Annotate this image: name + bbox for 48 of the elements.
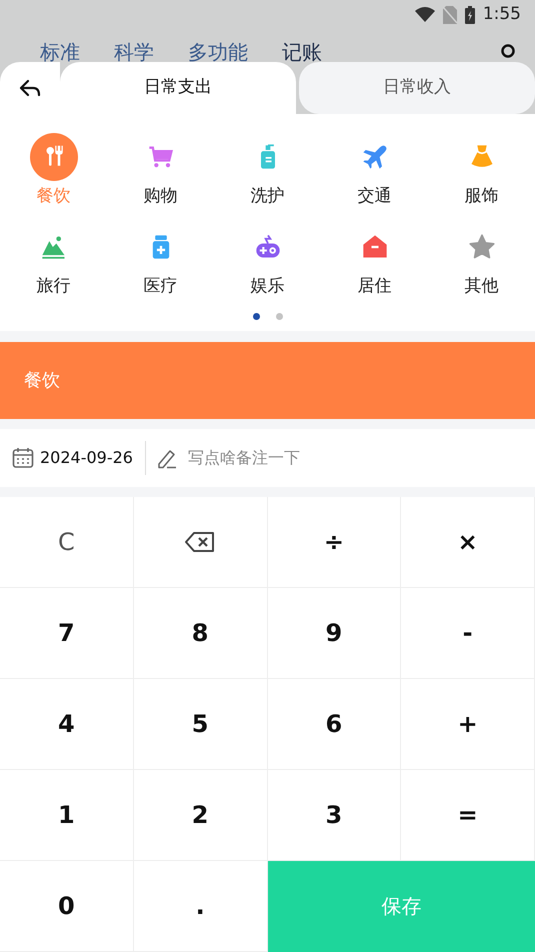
category-item[interactable]: 旅行 — [0, 222, 107, 298]
tab[interactable]: 日常支出 — [60, 62, 296, 114]
keypad-key[interactable]: + — [401, 678, 535, 770]
keypad-key[interactable]: ÷ — [268, 496, 402, 588]
calendar-icon — [12, 446, 34, 469]
category-item[interactable]: 服饰 — [428, 133, 535, 208]
tab[interactable]: 多功能 — [188, 42, 248, 62]
airplane-icon — [360, 143, 388, 171]
category-item[interactable]: 其他 — [428, 222, 535, 298]
note-input[interactable]: 写点啥备注一下 — [186, 444, 535, 471]
category-item[interactable]: 居住 — [321, 222, 428, 298]
category-item[interactable]: 医疗 — [107, 222, 214, 298]
backspace-icon — [184, 530, 216, 554]
keypad-key[interactable]: 2 — [134, 770, 268, 861]
circle-icon[interactable] — [501, 44, 515, 58]
page-dot[interactable] — [252, 312, 260, 320]
keypad-key[interactable]: 5 — [134, 678, 268, 770]
keypad-key[interactable]: 9 — [268, 588, 402, 679]
keypad-key[interactable]: C — [0, 496, 134, 588]
category-item[interactable]: 洗护 — [214, 133, 321, 208]
date-button[interactable]: 2024-09-26 — [0, 428, 145, 487]
status-time: 1:55 — [482, 3, 521, 26]
keypad-key[interactable]: × — [401, 496, 535, 588]
keypad-key[interactable]: 0 — [0, 860, 134, 952]
category-item[interactable]: 购物 — [107, 133, 214, 208]
keypad-key[interactable]: 4 — [0, 678, 134, 770]
keypad-key[interactable]: . — [134, 860, 268, 952]
keypad-key[interactable]: 6 — [268, 678, 402, 770]
no-sim-icon — [442, 6, 457, 24]
keypad-key[interactable]: 8 — [134, 588, 268, 679]
star-icon — [468, 232, 496, 261]
keypad-key[interactable]: 7 — [0, 588, 134, 679]
back-icon — [19, 79, 41, 97]
tab[interactable]: 记账 — [282, 42, 322, 62]
keypad-key[interactable]: = — [401, 770, 535, 861]
tab[interactable]: 日常收入 — [299, 62, 535, 114]
category-item[interactable]: 娱乐 — [214, 222, 321, 298]
category-name: 餐饮 — [24, 368, 60, 393]
category-item[interactable]: 交通 — [321, 133, 428, 208]
keypad-key[interactable]: 1 — [0, 770, 134, 861]
keypad-key[interactable]: 3 — [268, 770, 402, 861]
page-dot[interactable] — [276, 312, 282, 320]
battery-icon — [464, 6, 475, 24]
note-field[interactable]: 写点啥备注一下 — [144, 428, 535, 487]
wifi-icon — [414, 7, 435, 23]
tab[interactable]: 科学 — [114, 42, 154, 62]
keypad-key[interactable]: - — [401, 588, 535, 679]
tab[interactable]: 标准 — [40, 42, 80, 62]
